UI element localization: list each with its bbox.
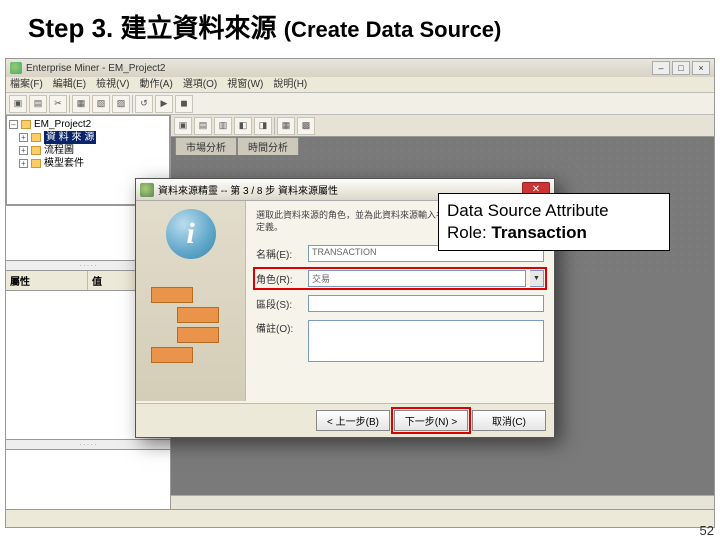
app-title: Enterprise Miner - EM_Project2 bbox=[26, 63, 166, 74]
status-bar bbox=[6, 509, 714, 527]
canvas-tool[interactable]: ▤ bbox=[194, 117, 212, 135]
role-label: 角色(R): bbox=[256, 271, 304, 286]
minimize-button[interactable]: – bbox=[652, 61, 670, 75]
toolbar-btn[interactable]: ▤ bbox=[29, 95, 47, 113]
toolbar-btn[interactable]: ▣ bbox=[9, 95, 27, 113]
step-title-en: (Create Data Source) bbox=[284, 17, 502, 42]
toolbar-btn[interactable]: ↺ bbox=[135, 95, 153, 113]
wizard-title: 資料來源精靈 -- 第 3 / 8 步 資料來源屬性 bbox=[158, 182, 338, 197]
menu-window[interactable]: 視窗(W) bbox=[227, 77, 263, 92]
help-panel bbox=[6, 449, 170, 509]
toolbar-btn[interactable]: ▧ bbox=[92, 95, 110, 113]
canvas-tool[interactable]: ◧ bbox=[234, 117, 252, 135]
menu-file[interactable]: 檔案(F) bbox=[10, 77, 43, 92]
page-number: 52 bbox=[700, 523, 714, 538]
menu-action[interactable]: 動作(A) bbox=[139, 77, 172, 92]
annotation-callout: Data Source Attribute Role: Transaction bbox=[438, 193, 670, 251]
callout-line2a: Role: bbox=[447, 223, 491, 242]
role-row-highlight: 角色(R): 交易 ▼ bbox=[256, 270, 544, 287]
wizard-icon bbox=[140, 183, 154, 197]
notes-textarea[interactable] bbox=[308, 320, 544, 362]
canvas-tool[interactable]: ▣ bbox=[174, 117, 192, 135]
maximize-button[interactable]: □ bbox=[672, 61, 690, 75]
toolbar-btn[interactable]: ◼ bbox=[175, 95, 193, 113]
menu-edit[interactable]: 編輯(E) bbox=[53, 77, 86, 92]
callout-line2b: Transaction bbox=[491, 223, 586, 242]
info-icon: i bbox=[166, 209, 216, 259]
app-icon bbox=[10, 62, 22, 74]
name-label: 名稱(E): bbox=[256, 246, 304, 261]
folder-icon bbox=[31, 133, 41, 142]
toolbar-btn[interactable]: ▶ bbox=[155, 95, 173, 113]
segment-label: 區段(S): bbox=[256, 296, 304, 311]
splitter[interactable]: · · · · · bbox=[6, 439, 170, 449]
menu-help[interactable]: 說明(H) bbox=[273, 77, 307, 92]
menu-view[interactable]: 檢視(V) bbox=[96, 77, 129, 92]
segment-input[interactable] bbox=[308, 295, 544, 312]
step-number: Step 3. bbox=[28, 13, 113, 43]
menu-bar: 檔案(F) 編輯(E) 檢視(V) 動作(A) 選項(O) 視窗(W) 說明(H… bbox=[6, 77, 714, 93]
canvas-tool[interactable]: ▩ bbox=[297, 117, 315, 135]
step-title-zh: 建立資料來源 bbox=[120, 14, 276, 43]
canvas-tool[interactable]: ▥ bbox=[214, 117, 232, 135]
slide-title: Step 3. 建立資料來源 (Create Data Source) bbox=[0, 0, 720, 53]
callout-line1: Data Source Attribute bbox=[447, 201, 609, 220]
next-button[interactable]: 下一步(N) > bbox=[394, 410, 468, 431]
tree-packages[interactable]: 模型套件 bbox=[44, 157, 84, 170]
folder-icon bbox=[31, 146, 41, 155]
toolbar-btn[interactable]: ▦ bbox=[72, 95, 90, 113]
wizard-sidebar: i bbox=[136, 201, 246, 401]
canvas-tool[interactable]: ▦ bbox=[277, 117, 295, 135]
toolbar-btn[interactable]: ▨ bbox=[112, 95, 130, 113]
flow-graphic bbox=[151, 287, 231, 363]
canvas-hscroll[interactable] bbox=[171, 495, 714, 509]
chevron-down-icon[interactable]: ▼ bbox=[530, 270, 544, 287]
tree-data-sources[interactable]: 資 料 來 源 bbox=[44, 131, 96, 144]
tree-root[interactable]: EM_Project2 bbox=[34, 118, 91, 131]
canvas-tool[interactable]: ◨ bbox=[254, 117, 272, 135]
menu-options[interactable]: 選項(O) bbox=[183, 77, 217, 92]
toolbar-btn[interactable]: ✂ bbox=[49, 95, 67, 113]
wizard-button-bar: < 上一步(B) 下一步(N) > 取消(C) bbox=[136, 403, 554, 437]
folder-icon bbox=[31, 159, 41, 168]
col-attribute: 屬性 bbox=[6, 271, 88, 290]
notes-label: 備註(O): bbox=[256, 320, 304, 335]
title-bar: Enterprise Miner - EM_Project2 – □ × bbox=[6, 59, 714, 77]
toolbar: ▣ ▤ ✂ ▦ ▧ ▨ ↺ ▶ ◼ bbox=[6, 93, 714, 115]
canvas-toolbar: ▣ ▤ ▥ ◧ ◨ ▦ ▩ bbox=[171, 115, 714, 137]
back-button[interactable]: < 上一步(B) bbox=[316, 410, 390, 431]
close-button[interactable]: × bbox=[692, 61, 710, 75]
tree-diagrams[interactable]: 流程圖 bbox=[44, 144, 74, 157]
cancel-button[interactable]: 取消(C) bbox=[472, 410, 546, 431]
role-select[interactable]: 交易 bbox=[308, 270, 526, 287]
project-icon bbox=[21, 120, 31, 129]
